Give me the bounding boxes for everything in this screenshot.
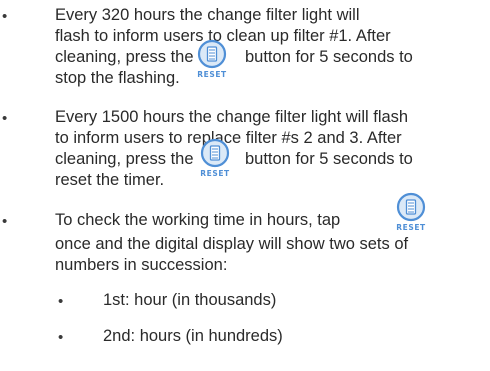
reset-button-icon xyxy=(197,39,227,69)
bullet-marker: • xyxy=(2,110,8,127)
reset-button[interactable]: RESET xyxy=(200,138,230,180)
sub-bullet-1: 1st: hour (in thousands) xyxy=(103,291,277,309)
instruction-page: • Every 320 hours the change filter ligh… xyxy=(0,0,490,371)
sub-bullet-marker: • xyxy=(58,293,64,310)
bullet-2-line-1: Every 1500 hours the change filter light… xyxy=(55,108,409,126)
reset-button-icon xyxy=(200,138,230,168)
reset-button[interactable]: RESET xyxy=(197,39,227,81)
bullet-2-line-3b: button for 5 seconds to xyxy=(245,150,413,168)
bullet-1-line-4: stop the flashing. xyxy=(55,69,180,87)
reset-button[interactable]: RESET xyxy=(396,192,426,234)
bullet-1-line-3b: button for 5 seconds to xyxy=(245,48,413,66)
reset-button-icon xyxy=(396,192,426,222)
sub-bullet-2: 2nd: hours (in hundreds) xyxy=(103,327,283,345)
bullet-2-line-4: reset the timer. xyxy=(55,171,165,189)
sub-bullet-marker: • xyxy=(58,329,64,346)
bullet-marker: • xyxy=(2,8,8,25)
bullet-2-line-3a: cleaning, press the xyxy=(55,150,194,168)
bullet-marker: • xyxy=(2,213,8,230)
reset-button-label: RESET xyxy=(197,70,227,79)
bullet-1-line-1: Every 320 hours the change filter light … xyxy=(55,6,360,24)
reset-button-label: RESET xyxy=(200,169,230,178)
bullet-1-line-3a: cleaning, press the xyxy=(55,48,194,66)
bullet-3-line-2: once and the digital display will show t… xyxy=(55,235,409,253)
bullet-3-line-3: numbers in succession: xyxy=(55,256,228,274)
bullet-3-line-1: To check the working time in hours, tap xyxy=(55,211,341,229)
reset-button-label: RESET xyxy=(396,223,426,232)
